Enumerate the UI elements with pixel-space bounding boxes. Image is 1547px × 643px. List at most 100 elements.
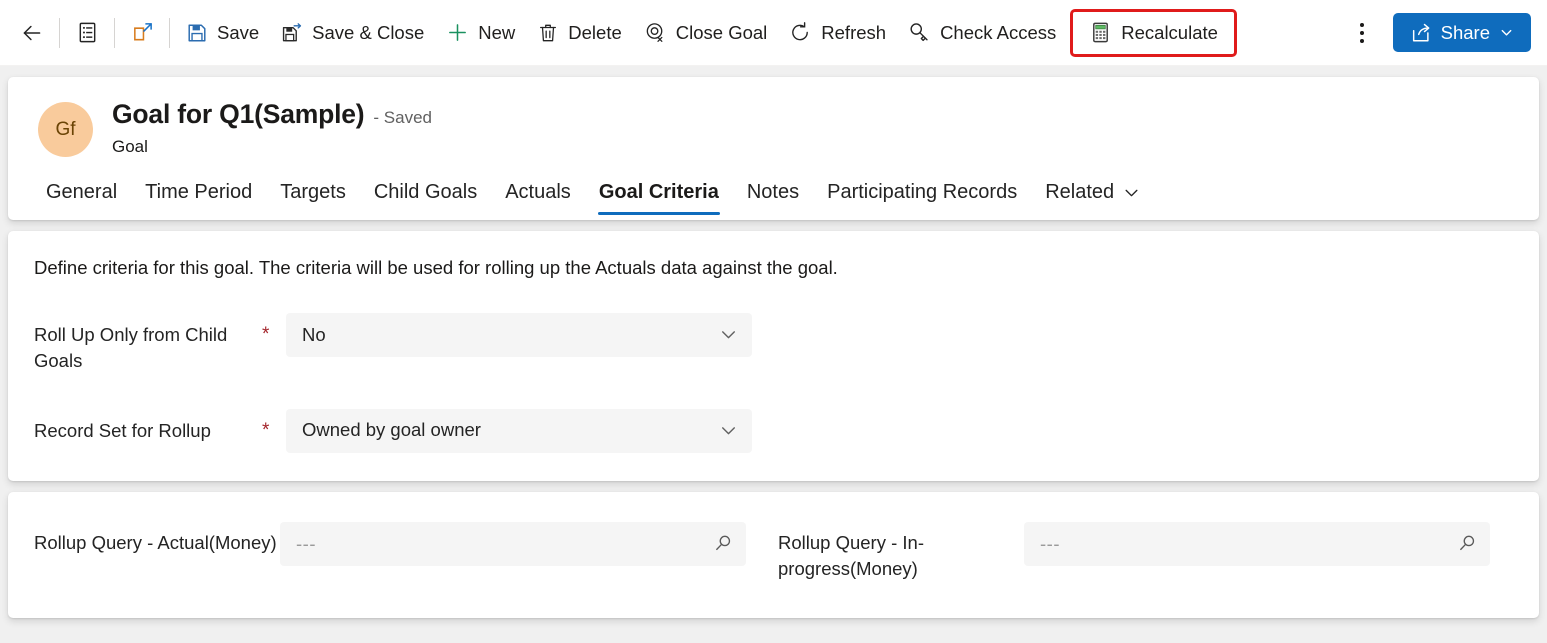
record-title-block: Goal for Q1(Sample) - Saved Goal [112,99,432,157]
kebab-dot [1359,38,1364,43]
tab-child-goals-label: Child Goals [373,181,478,203]
tab-participating-records[interactable]: Participating Records [813,171,1031,220]
tab-participating-records-label: Participating Records [827,181,1018,203]
tab-actuals-label: Actuals [505,181,571,203]
key-icon [908,21,931,44]
entity-name: Goal [112,137,148,156]
save-icon [186,22,208,44]
rollup-query-card: Rollup Query - Actual(Money) --- Rollup … [8,491,1539,619]
field-label: Rollup Query - In-progress(Money) [778,531,924,579]
new-button[interactable]: New [435,11,526,55]
toolbar-divider-1 [59,17,60,48]
lookup-value: --- [296,532,316,554]
record-header: Gf Goal for Q1(Sample) - Saved Goal [8,77,1539,157]
tab-related[interactable]: Related [1031,171,1154,220]
spacer-below-header-card [0,220,1547,231]
back-button[interactable] [10,11,54,55]
tab-goal-criteria-label: Goal Criteria [598,181,719,203]
tab-notes-label: Notes [746,181,800,203]
close-goal-button[interactable]: Close Goal [633,11,779,55]
refresh-button[interactable]: Refresh [778,11,897,55]
check-access-button-label: Check Access [940,21,1057,43]
goal-criteria-card: Define criteria for this goal. The crite… [8,231,1539,481]
pop-out-button[interactable] [120,11,164,55]
recalculate-button[interactable]: Recalculate [1070,8,1237,57]
save-and-close-button[interactable]: Save & Close [270,11,435,55]
close-goal-button-label: Close Goal [675,21,768,43]
kebab-dot [1359,22,1364,27]
delete-button-label: Delete [568,21,622,43]
tab-time-period[interactable]: Time Period [131,171,266,220]
field-rollup-query-actual: Rollup Query - Actual(Money) --- [8,521,746,583]
record-header-card: Gf Goal for Q1(Sample) - Saved Goal Gene… [8,77,1539,220]
trash-icon [537,22,559,44]
share-icon [1410,22,1432,44]
back-arrow-icon [19,20,45,46]
tab-notes[interactable]: Notes [733,171,813,220]
save-status-text: - Saved [373,108,433,127]
lookup-value: --- [1040,532,1060,554]
close-goal-icon [644,21,667,44]
check-access-button[interactable]: Check Access [897,11,1067,55]
delete-button[interactable]: Delete [526,11,632,55]
roll-up-only-dropdown[interactable]: No [286,313,752,357]
field-label: Record Set for Rollup [34,419,211,441]
tab-targets-label: Targets [280,181,346,203]
record-set-for-rollup-dropdown[interactable]: Owned by goal owner [286,408,752,453]
form-list-icon [76,21,99,44]
tab-actuals[interactable]: Actuals [491,171,585,220]
required-marker: * [262,419,270,441]
toolbar-divider-2 [114,17,115,48]
refresh-icon [789,21,812,44]
plus-icon [446,21,469,44]
search-icon[interactable] [1457,533,1478,554]
record-title-line: Goal for Q1(Sample) - Saved [112,99,432,130]
save-button-label: Save [217,21,260,43]
tab-general-label: General [46,181,118,203]
kebab-dot [1359,30,1364,35]
spacer-below-criteria-card [0,481,1547,492]
calculator-icon [1089,21,1112,44]
recalculate-button-label: Recalculate [1121,21,1218,43]
dropdown-value: Owned by goal owner [302,419,481,441]
rollup-query-in-progress-lookup[interactable]: --- [1024,521,1490,566]
command-bar: Save Save & Close New Delete Close Goal … [0,0,1547,66]
command-bar-left-group: Save Save & Close New Delete Close Goal … [10,8,1345,57]
command-bar-right-group: Share [1345,11,1531,55]
tab-related-label: Related [1045,181,1115,203]
save-and-close-button-label: Save & Close [312,21,425,43]
criteria-description: Define criteria for this goal. The crite… [34,257,838,278]
dropdown-value: No [302,323,326,345]
kebab-menu-icon[interactable] [1345,11,1379,55]
save-button[interactable]: Save [175,11,270,55]
save-and-close-icon [281,22,303,44]
chevron-down-icon [718,324,739,345]
page-title: Goal for Q1(Sample) [112,99,365,129]
new-button-label: New [478,21,516,43]
chevron-down-icon [1123,184,1140,201]
chevron-down-icon [1499,25,1514,40]
tab-goal-criteria[interactable]: Goal Criteria [585,171,733,220]
share-button-label: Share [1440,21,1490,43]
tab-child-goals[interactable]: Child Goals [360,171,491,220]
tab-targets[interactable]: Targets [266,171,360,220]
form-selector-button[interactable] [65,11,109,55]
chevron-down-icon [718,420,739,441]
field-record-set-for-rollup: Record Set for Rollup * Owned by goal ow… [8,408,1539,453]
field-label: Rollup Query - Actual(Money) [34,531,277,553]
avatar: Gf [38,102,93,157]
refresh-button-label: Refresh [821,21,887,43]
tab-time-period-label: Time Period [145,181,253,203]
rollup-query-actual-lookup[interactable]: --- [280,521,746,566]
avatar-initials: Gf [55,118,76,140]
field-rollup-query-in-progress: Rollup Query - In-progress(Money) --- [746,521,1490,583]
toolbar-divider-3 [169,17,170,48]
tab-general[interactable]: General [32,171,131,220]
tab-bar: General Time Period Targets Child Goals … [8,157,1539,220]
search-icon[interactable] [713,533,734,554]
spacer-below-commandbar [0,66,1547,77]
field-roll-up-only-from-child-goals: Roll Up Only from Child Goals * No [8,313,1539,375]
field-label: Roll Up Only from Child Goals [34,324,228,372]
share-button[interactable]: Share [1392,13,1531,52]
pop-out-icon [131,21,154,44]
